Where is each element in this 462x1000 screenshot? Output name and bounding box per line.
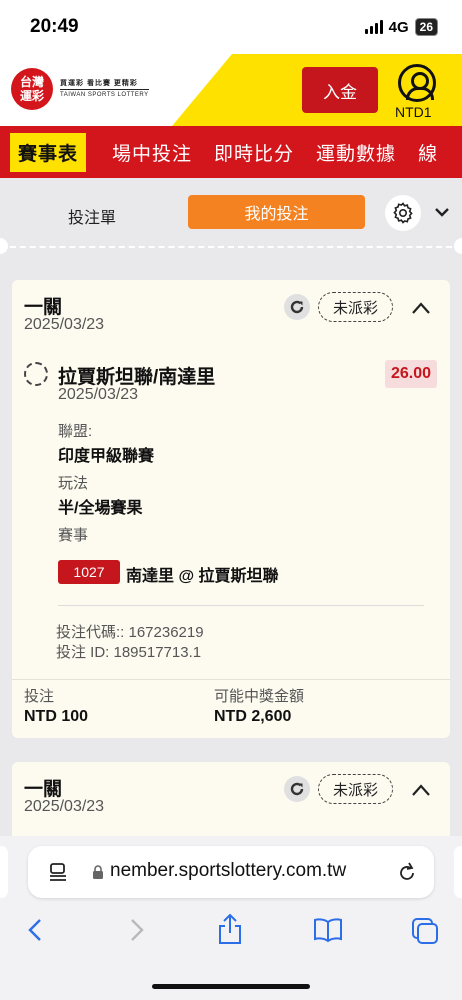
bet-tabs: 投注單 我的投注	[0, 184, 462, 252]
lock-icon	[93, 865, 103, 879]
payout-label: 可能中獎金額	[214, 688, 305, 705]
logo-badge[interactable]: 台灣 運彩	[11, 68, 53, 110]
nav-item-more[interactable]: 線	[418, 139, 438, 166]
bet-card: 一關 2025/03/23 未派彩	[12, 762, 450, 836]
bet-id: 投注 ID: 189517713.1	[56, 644, 202, 661]
next-tab-peek[interactable]	[454, 846, 462, 898]
reload-icon[interactable]	[396, 860, 418, 884]
address-bar[interactable]: nember.sportslottery.com.tw	[28, 846, 434, 898]
divider-dashed	[0, 246, 462, 248]
nav-item-live-scores[interactable]: 即時比分	[214, 139, 294, 166]
bet-card: 一關 2025/03/23 未派彩 拉賈斯坦聯/南達里 2025/03/23 2…	[12, 280, 450, 738]
back-icon[interactable]	[26, 916, 46, 944]
bookmarks-icon[interactable]	[312, 916, 344, 944]
chevron-up-icon[interactable]	[410, 782, 432, 798]
chevron-up-icon[interactable]	[410, 300, 432, 316]
bet-type: 一關	[24, 297, 63, 318]
bet-list[interactable]: 一關 2025/03/23 未派彩 拉賈斯坦聯/南達里 2025/03/23 2…	[0, 262, 462, 836]
stake-label: 投注	[24, 688, 55, 705]
nav-item-schedule[interactable]: 賽事表	[10, 132, 87, 172]
market-value: 半/全場賽果	[58, 500, 143, 517]
prev-tab-peek[interactable]	[0, 846, 8, 898]
status-icons: 4G 26	[364, 18, 438, 36]
refresh-icon[interactable]	[284, 776, 310, 802]
user-account-icon[interactable]	[398, 64, 436, 102]
signal-icon	[364, 20, 383, 34]
clock: 20:49	[30, 16, 79, 37]
divider	[58, 605, 424, 606]
status-bar: 20:49 4G 26	[0, 0, 462, 54]
browser-toolbar: nember.sportslottery.com.tw	[0, 836, 462, 1000]
bet-code: 投注代碼:: 167236219	[56, 624, 204, 641]
nav-item-sports-data[interactable]: 運動數據	[316, 139, 396, 166]
event-id-badge: 1027	[58, 560, 120, 584]
app-header: 台灣 運彩 買運彩 看比賽 更精彩 TAIWAN SPORTS LOTTERY 入…	[0, 54, 462, 126]
status-badge: 未派彩	[318, 774, 394, 804]
tab-my-bets[interactable]: 我的投注	[188, 195, 365, 229]
nav-item-live-betting[interactable]: 場中投注	[112, 139, 192, 166]
bet-date: 2025/03/23	[24, 798, 105, 815]
battery-icon: 26	[414, 18, 438, 36]
bet-date: 2025/03/23	[24, 316, 105, 333]
url-text: nember.sportslottery.com.tw	[110, 860, 347, 881]
reader-icon[interactable]	[48, 862, 68, 882]
gear-icon[interactable]	[385, 195, 421, 231]
share-icon[interactable]	[216, 912, 244, 946]
match-name: 拉賈斯坦聯/南達里	[58, 367, 216, 388]
chevron-down-icon[interactable]	[432, 202, 452, 222]
bet-type: 一關	[24, 779, 63, 800]
tabs-icon[interactable]	[410, 916, 440, 946]
main-nav: 賽事表 場中投注 即時比分 運動數據 線	[0, 126, 462, 178]
forward-icon[interactable]	[126, 916, 146, 944]
match-date: 2025/03/23	[58, 386, 139, 403]
refresh-icon[interactable]	[284, 294, 310, 320]
league-label: 聯盟:	[58, 423, 93, 440]
pick-status-icon	[24, 362, 48, 386]
network-type: 4G	[388, 18, 409, 36]
event-label: 賽事	[58, 527, 89, 544]
stake-value: NTD 100	[24, 708, 89, 725]
logo-text: 買運彩 看比賽 更精彩 TAIWAN SPORTS LOTTERY	[60, 78, 149, 101]
tab-bet-slip[interactable]: 投注單	[68, 204, 116, 228]
balance-text: NTD1	[395, 104, 432, 120]
payout-value: NTD 2,600	[214, 708, 292, 725]
deposit-button[interactable]: 入金	[302, 67, 378, 113]
league-value: 印度甲級聯賽	[58, 448, 155, 465]
market-label: 玩法	[58, 475, 89, 492]
home-indicator	[152, 984, 310, 989]
odds-badge: 26.00	[385, 360, 438, 388]
status-badge: 未派彩	[318, 292, 394, 322]
divider	[12, 679, 450, 680]
event-name: 南達里 @ 拉賈斯坦聯	[126, 568, 279, 585]
